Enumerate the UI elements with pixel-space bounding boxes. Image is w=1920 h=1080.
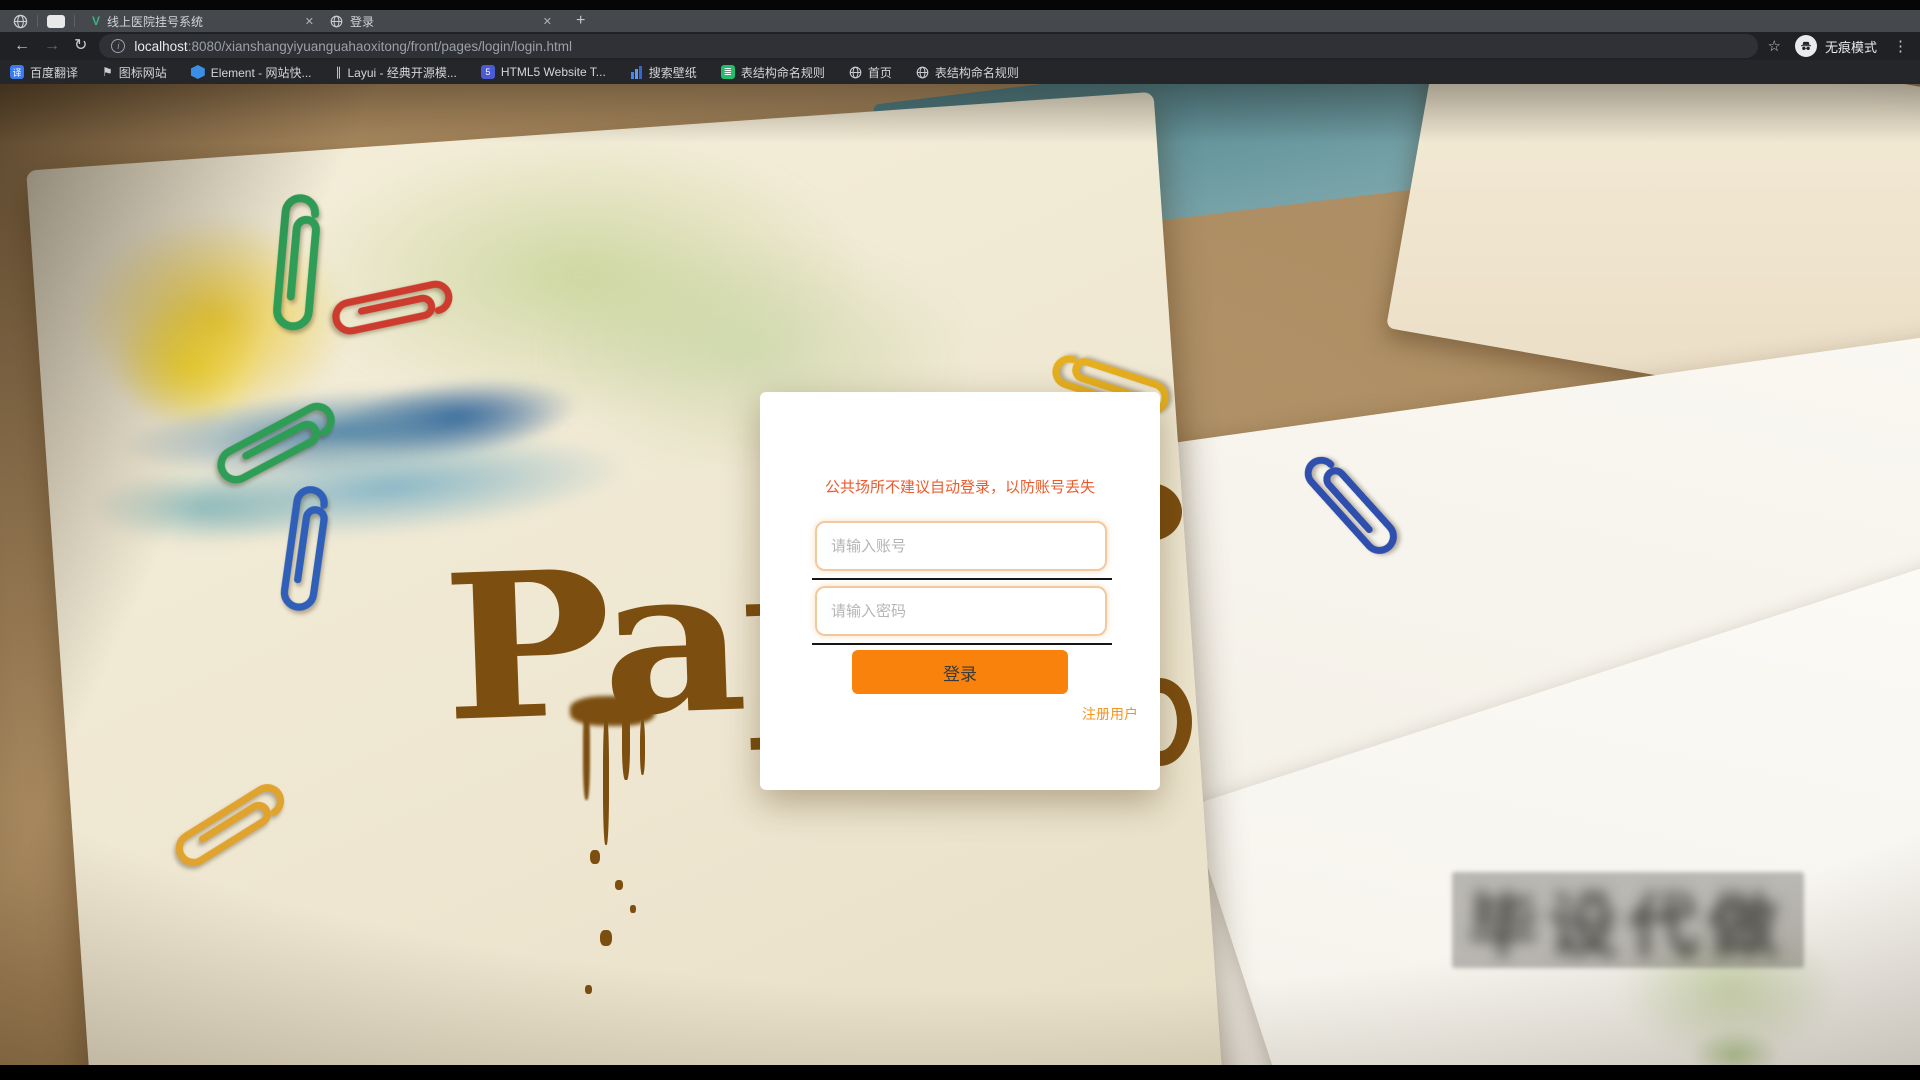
bookmark-label: 首页	[868, 64, 892, 81]
bookmark-label: 百度翻译	[30, 64, 78, 81]
ink-drip	[583, 705, 590, 800]
new-tab-button[interactable]: +	[576, 12, 585, 30]
browser-window: V 线上医院挂号系统 ✕ 登录 ✕ + ← → ↻ i localhost:80…	[0, 0, 1920, 1080]
tab-close-icon[interactable]: ✕	[543, 15, 552, 28]
page-viewport: Paper 毕设代做 公共场所不建议自动登录，以防账号丢失	[0, 84, 1920, 1065]
bookmark-html5-template[interactable]: 5 HTML5 Website T...	[481, 65, 606, 79]
bookmark-label: 搜索壁纸	[649, 64, 697, 81]
bookmark-label: Layui - 经典开源模...	[348, 64, 457, 81]
bookmark-label: Element - 网站快...	[211, 64, 312, 81]
incognito-icon	[1795, 35, 1817, 57]
field-underline	[812, 643, 1112, 645]
ink-speck	[585, 985, 592, 994]
window-top-edge	[0, 0, 1920, 10]
site-info-icon[interactable]: i	[111, 39, 125, 53]
bars-icon	[630, 66, 643, 79]
tab-separator	[37, 15, 38, 27]
tab-login[interactable]: 登录 ✕	[322, 10, 560, 32]
bookmark-element[interactable]: Element - 网站快...	[191, 64, 312, 81]
incognito-badge: 无痕模式	[1795, 35, 1877, 57]
ink-speck	[615, 880, 623, 890]
flag-icon: ⚑	[102, 65, 113, 79]
bookmark-table-naming-rules-2[interactable]: 表结构命名规则	[916, 64, 1019, 81]
bookmark-layui[interactable]: ∥ Layui - 经典开源模...	[336, 64, 457, 81]
incognito-label: 无痕模式	[1825, 37, 1877, 56]
account-field-wrap	[815, 521, 1107, 571]
login-button[interactable]: 登录	[852, 650, 1068, 694]
browser-menu-icon[interactable]: ⋮	[1893, 37, 1908, 55]
bookmark-star-icon[interactable]: ☆	[1768, 37, 1781, 55]
tab-strip: V 线上医院挂号系统 ✕ 登录 ✕ +	[0, 10, 1920, 32]
bookmarks-bar: 译 百度翻译 ⚑ 图标网站 Element - 网站快... ∥ Layui -…	[0, 60, 1920, 84]
bookmark-homepage[interactable]: 首页	[849, 64, 892, 81]
ink-speck	[630, 905, 636, 913]
login-warning-text: 公共场所不建议自动登录，以防账号丢失	[760, 476, 1160, 497]
blurred-watermark: 毕设代做	[1452, 872, 1804, 968]
watermark-text: 毕设代做	[1468, 872, 1788, 968]
bookmark-icon-site[interactable]: ⚑ 图标网站	[102, 64, 167, 81]
html5-icon: 5	[481, 65, 495, 79]
field-underline	[812, 578, 1112, 580]
bookmark-label: 表结构命名规则	[935, 64, 1019, 81]
password-field-wrap	[815, 586, 1107, 636]
globe-icon	[916, 66, 929, 79]
ink-speck	[590, 850, 600, 864]
ink-drip	[640, 720, 645, 775]
account-input[interactable]	[815, 521, 1107, 571]
globe-favicon-icon	[330, 15, 343, 28]
back-icon[interactable]: ←	[14, 38, 30, 54]
baidu-translate-icon: 译	[10, 65, 24, 79]
ink-drip	[603, 715, 609, 845]
layui-icon: ∥	[336, 65, 342, 79]
bookmark-label: HTML5 Website T...	[501, 65, 606, 79]
reload-icon[interactable]: ↻	[74, 38, 87, 54]
url-host: localhost	[134, 39, 187, 54]
tab-hospital-system[interactable]: V 线上医院挂号系统 ✕	[84, 10, 322, 32]
url-path: :8080/xianshangyiyuanguahaoxitong/front/…	[188, 39, 572, 54]
browser-globe-icon[interactable]	[13, 14, 28, 29]
ink-drip	[622, 700, 630, 780]
pinned-tab[interactable]	[47, 15, 65, 28]
address-bar[interactable]: i localhost:8080/xianshangyiyuanguahaoxi…	[99, 34, 1757, 58]
password-input[interactable]	[815, 586, 1107, 636]
bookmark-baidu-translate[interactable]: 译 百度翻译	[10, 64, 78, 81]
register-link[interactable]: 注册用户	[1082, 704, 1138, 724]
bookmark-label: 表结构命名规则	[741, 64, 825, 81]
tab-close-icon[interactable]: ✕	[305, 15, 314, 28]
tab-title: 线上医院挂号系统	[107, 13, 299, 30]
browser-toolbar: ← → ↻ i localhost:8080/xianshangyiyuangu…	[0, 32, 1920, 60]
table-icon: ≣	[721, 65, 735, 79]
tab-separator	[74, 15, 75, 27]
element-ui-icon	[191, 65, 205, 79]
bookmark-wallpaper-search[interactable]: 搜索壁纸	[630, 64, 697, 81]
vue-favicon-icon: V	[92, 14, 100, 28]
bookmark-label: 图标网站	[119, 64, 167, 81]
window-bottom-edge	[0, 1065, 1920, 1080]
tab-title: 登录	[350, 13, 537, 30]
ink-speck	[600, 930, 612, 946]
forward-icon[interactable]: →	[44, 38, 60, 54]
login-card: 公共场所不建议自动登录，以防账号丢失 登录 注册用户	[760, 392, 1160, 790]
bookmark-table-naming-rules[interactable]: ≣ 表结构命名规则	[721, 64, 825, 81]
globe-icon	[849, 66, 862, 79]
